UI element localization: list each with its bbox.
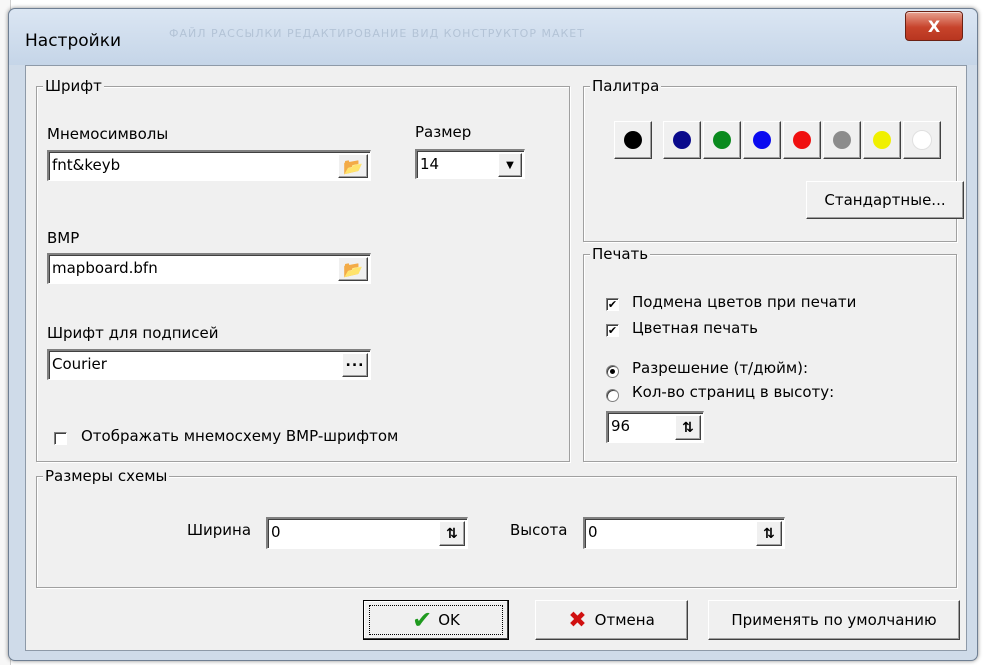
palette-color-7[interactable] <box>903 121 941 159</box>
width-spin-button[interactable]: ⇅ <box>439 521 465 546</box>
height-value: 0 <box>588 523 598 541</box>
check-icon: ✔ <box>607 324 618 337</box>
color-dot-icon <box>713 131 731 149</box>
palette-color-1[interactable] <box>663 121 701 159</box>
mnemo-browse-button[interactable]: 📂 <box>338 154 368 178</box>
color-print-checkbox[interactable]: ✔ <box>606 324 619 337</box>
palette-color-0[interactable] <box>614 121 652 159</box>
color-dot-icon <box>873 131 891 149</box>
width-label: Ширина <box>187 521 252 539</box>
palette-group-legend: Палитра <box>590 77 662 95</box>
open-folder-icon: 📂 <box>343 156 363 176</box>
caption-font-label: Шрифт для подписей <box>47 324 219 342</box>
spin-arrows-icon: ⇅ <box>446 525 458 542</box>
print-value: 96 <box>611 417 631 435</box>
print-group-legend: Печать <box>590 245 651 263</box>
settings-dialog: ФАЙЛ РАССЫЛКИ РЕДАКТИРОВАНИЕ ВИД КОНСТРУ… <box>8 8 978 661</box>
cancel-button[interactable]: ✖ Отмена <box>535 600 688 640</box>
bmp-field[interactable]: mapboard.bfn 📂 <box>47 253 371 284</box>
palette-color-3[interactable] <box>743 121 781 159</box>
ok-button[interactable]: ✔ OK <box>363 600 509 640</box>
color-dot-icon <box>793 131 811 149</box>
bmp-label: BMP <box>47 229 80 247</box>
spin-arrows-icon: ⇅ <box>763 525 775 542</box>
color-dot-icon <box>753 131 771 149</box>
chevron-down-icon: ▼ <box>506 159 514 171</box>
palette-color-4[interactable] <box>783 121 821 159</box>
bmp-browse-button[interactable]: 📂 <box>338 257 368 281</box>
bmp-font-checkbox-label: Отображать мнемосхему BMP-шрифтом <box>81 427 399 445</box>
title-bar[interactable]: ФАЙЛ РАССЫЛКИ РЕДАКТИРОВАНИЕ ВИД КОНСТРУ… <box>9 9 977 65</box>
width-value: 0 <box>271 523 281 541</box>
caption-font-field[interactable]: Courier ... <box>47 349 371 380</box>
caption-font-value: Courier <box>52 355 107 373</box>
title-bar-background: ФАЙЛ РАССЫЛКИ РЕДАКТИРОВАНИЕ ВИД КОНСТРУ… <box>169 27 585 40</box>
spin-arrows-icon: ⇅ <box>682 419 694 436</box>
bmp-font-checkbox[interactable] <box>54 432 67 445</box>
mnemo-label: Мнемосимволы <box>47 125 169 143</box>
close-button[interactable]: X <box>905 11 963 41</box>
size-dropdown-button[interactable]: ▼ <box>498 153 522 177</box>
print-value-spinner[interactable]: 96 ⇅ <box>606 411 704 443</box>
height-spinner[interactable]: 0 ⇅ <box>583 517 785 549</box>
standard-palette-label: Стандартные... <box>824 191 946 209</box>
apply-default-label: Применять по умолчанию <box>731 611 937 629</box>
dialog-client-area: Шрифт Мнемосимволы fnt&keyb 📂 Размер 14 … <box>25 65 967 651</box>
size-value: 14 <box>420 155 440 173</box>
height-label: Высота <box>510 521 568 539</box>
print-group: Печать ✔ Подмена цветов при печати ✔ Цве… <box>583 245 957 462</box>
ellipsis-icon: ... <box>345 354 365 370</box>
swap-colors-label: Подмена цветов при печати <box>632 293 857 311</box>
pages-radio[interactable] <box>606 389 619 402</box>
size-combobox[interactable]: 14 ▼ <box>415 149 525 179</box>
pages-label: Кол-во страниц в высоту: <box>632 383 835 401</box>
resolution-label: Разрешение (т/дюйм): <box>632 359 809 377</box>
color-dot-icon <box>833 131 851 149</box>
apply-default-button[interactable]: Применять по умолчанию <box>708 600 960 640</box>
color-dot-icon <box>673 131 691 149</box>
swap-colors-checkbox[interactable]: ✔ <box>606 298 619 311</box>
cancel-label: Отмена <box>594 611 655 629</box>
check-icon: ✔ <box>607 298 618 311</box>
palette-color-6[interactable] <box>863 121 901 159</box>
palette-group: Палитра Стандартные... <box>583 77 964 242</box>
caption-font-browse-button[interactable]: ... <box>342 353 368 377</box>
mnemo-field[interactable]: fnt&keyb 📂 <box>47 150 371 181</box>
size-label: Размер <box>415 123 472 141</box>
mnemo-value: fnt&keyb <box>52 156 121 174</box>
color-print-label: Цветная печать <box>632 319 758 337</box>
print-value-spin-button[interactable]: ⇅ <box>675 415 701 440</box>
open-folder-icon: 📂 <box>343 259 363 279</box>
color-dot-icon <box>624 131 642 149</box>
font-group: Шрифт Мнемосимволы fnt&keyb 📂 Размер 14 … <box>36 77 570 462</box>
palette-color-5[interactable] <box>823 121 861 159</box>
resolution-radio[interactable] <box>606 365 619 378</box>
window-title: Настройки <box>25 31 122 51</box>
scheme-size-group: Размеры схемы Ширина 0 ⇅ Высота 0 ⇅ <box>36 467 957 588</box>
red-x-icon: ✖ <box>568 607 587 633</box>
standard-palette-button[interactable]: Стандартные... <box>806 181 964 219</box>
height-spin-button[interactable]: ⇅ <box>756 521 782 546</box>
close-icon: X <box>927 16 941 36</box>
palette-color-2[interactable] <box>703 121 741 159</box>
width-spinner[interactable]: 0 ⇅ <box>266 517 468 549</box>
focus-rectangle <box>369 605 503 635</box>
bmp-value: mapboard.bfn <box>52 259 158 277</box>
scheme-size-legend: Размеры схемы <box>43 467 170 485</box>
font-group-legend: Шрифт <box>43 77 104 95</box>
color-dot-icon <box>912 130 932 150</box>
